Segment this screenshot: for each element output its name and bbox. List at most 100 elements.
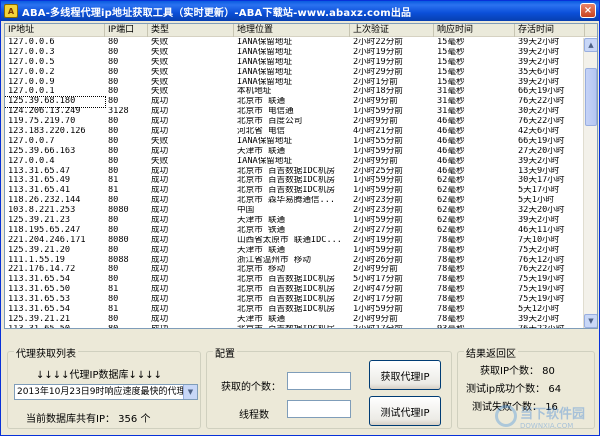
table-cell: 80 (108, 216, 119, 226)
table-body: 127.0.0.6 80 失败 IANA保留地址 2小时22分前 15毫秒 39天2小时 12… (5, 38, 585, 328)
table-cell: 北京市 百吉数据IDC机房 (237, 176, 336, 186)
table-cell: 127.0.0.6 (8, 38, 55, 47)
table-cell: 2小时9分前 (353, 97, 398, 107)
table-cell: 62毫秒 (437, 206, 465, 216)
success-value: 64 (548, 384, 562, 395)
vertical-scrollbar[interactable]: ▲ ▼ (583, 38, 597, 328)
table-cell: IANA保留地址 (237, 156, 293, 166)
table-cell: 80 (108, 127, 119, 137)
table-cell: 80 (108, 136, 119, 146)
count-input[interactable] (287, 372, 351, 390)
table-cell: 成功 (151, 225, 169, 235)
close-button[interactable]: × (580, 3, 596, 18)
table-row[interactable]: 113.31.65.47 80 成功 北京市 百吉数据IDC机房 2小时25分前 46毫秒… (5, 167, 585, 177)
table-row[interactable]: 111.1.55.19 8088 成功 浙江省温州市 移动 2小时26分前 78毫秒 76天… (5, 256, 585, 266)
table-row[interactable]: 124.206.13.249 3128 成功 北京市 电信通 1小时59分前 31毫秒 30… (5, 107, 585, 117)
table-row[interactable]: 127.0.0.2 80 失败 IANA保留地址 2小时29分前 15毫秒 35天6小时 (5, 68, 585, 78)
table-cell: 39天2小时 (518, 216, 560, 226)
db-select[interactable]: 2013年10月23日9时响应速度最快的代理 ▼ (14, 384, 198, 400)
table-cell: 北京市 百吉数据IDC机房 (237, 305, 336, 315)
table-row[interactable]: 118.26.232.144 80 成功 北京市 森华易腾通信... 2小时23分前 62… (5, 196, 585, 206)
table-cell: 北京市 百度公司 (237, 117, 303, 127)
table-row[interactable]: 127.0.0.5 80 失败 IANA保留地址 2小时19分前 15毫秒 39天2小时 (5, 58, 585, 68)
table-row[interactable]: 127.0.0.9 80 失败 IANA保留地址 2小时1分前 15毫秒 39天2小时 (5, 78, 585, 88)
table-row[interactable]: 113.31.65.54 80 成功 北京市 百吉数据IDC机房 5小时17分前 78毫秒… (5, 275, 585, 285)
table-row[interactable]: 125.39.21.20 80 成功 天津市 联通 1小时59分前 78毫秒 75天2小时 (5, 246, 585, 256)
table-row[interactable]: 118.195.65.247 80 成功 北京市 铁通 2小时27分前 62毫秒 46天11… (5, 226, 585, 236)
table-cell: 80 (108, 47, 119, 57)
table-row[interactable]: 221.204.246.171 8080 成功 山西省太原市 联通IDC... 2小时1… (5, 236, 585, 246)
table-row[interactable]: 113.31.65.54 81 成功 北京市 百吉数据IDC机房 1小时59分前 78毫秒… (5, 305, 585, 315)
table-cell: 62毫秒 (437, 186, 465, 196)
table-cell: 成功 (151, 314, 169, 324)
title-bar[interactable]: A ABA-多线程代理ip地址获取工具（实时更新）-ABA下载站-www.aba… (1, 1, 599, 21)
table-cell: 46天11小时 (518, 225, 565, 235)
table-cell: 成功 (151, 206, 169, 216)
table-cell: 80 (108, 275, 119, 285)
table-cell: 31毫秒 (437, 107, 465, 117)
table-cell: 北京市 电信通 (237, 107, 294, 117)
proxy-table[interactable]: IP地址 IP端口 类型 地理位置 上次验证 响应时间 存活时间 127.0.0.6 80 失败… (4, 23, 598, 329)
table-cell: 成功 (151, 186, 169, 196)
table-row[interactable]: 113.31.65.5080成功北京市 百吉数据IDC机房2小时17分前93毫秒… (5, 325, 585, 328)
table-row[interactable]: 113.31.65.53 80 成功 北京市 百吉数据IDC机房 2小时17分前 78毫秒… (5, 295, 585, 305)
table-cell: IANA保留地址 (237, 67, 293, 77)
table-cell: 1小时59分前 (353, 176, 403, 186)
table-cell: 失败 (151, 156, 169, 166)
table-cell: 62毫秒 (437, 196, 465, 206)
table-row[interactable]: 103.8.221.253 8080 成功 中国 2小时23分前 62毫秒 32天20小时 (5, 206, 585, 216)
table-row[interactable]: 127.0.0.3 80 失败 IANA保留地址 2小时19分前 15毫秒 39天2小时 (5, 48, 585, 58)
table-row[interactable]: 125.39.21.21 80 成功 天津市 联通 2小时9分前 78毫秒 39天2小时 (5, 315, 585, 325)
table-cell: 2小时47分前 (353, 285, 403, 295)
table-row[interactable]: 127.0.0.4 80 失败 IANA保留地址 2小时9分前 46毫秒 39天2小时 (5, 157, 585, 167)
db-count-unit: 个 (140, 414, 151, 425)
get-proxy-button[interactable]: 获取代理IP (369, 360, 441, 390)
watermark-logo-icon (495, 405, 517, 427)
test-proxy-button[interactable]: 测试代理IP (369, 396, 441, 426)
table-row[interactable]: 113.31.65.41 81 成功 北京市 百吉数据IDC机房 1小时59分前 62毫秒… (5, 186, 585, 196)
table-cell: 失败 (151, 77, 169, 87)
table-cell: 80 (108, 117, 119, 127)
table-cell: 80 (108, 166, 119, 176)
scroll-up-button[interactable]: ▲ (584, 38, 597, 52)
threads-input[interactable] (287, 400, 351, 418)
column-header[interactable]: IP端口 (105, 24, 148, 37)
scroll-down-button[interactable]: ▼ (584, 314, 597, 328)
table-cell: 失败 (151, 47, 169, 57)
table-row[interactable]: 119.75.219.70 80 成功 北京市 百度公司 2小时9分前 46毫秒 76天22… (5, 117, 585, 127)
column-header[interactable]: 上次验证 (350, 24, 434, 37)
table-cell: 80 (108, 156, 119, 166)
table-row[interactable]: 221.176.14.72 80 成功 北京市 移动 2小时9分前 78毫秒 76天22小时 (5, 265, 585, 275)
table-row[interactable]: 113.31.65.49 81 成功 北京市 百吉数据IDC机房 1小时59分前 62毫秒… (5, 176, 585, 186)
table-cell: 失败 (151, 57, 169, 67)
table-cell: 125.39.68.180 (5, 96, 106, 109)
table-row[interactable]: 113.31.65.50 81 成功 北京市 百吉数据IDC机房 2小时47分前 78毫秒… (5, 285, 585, 295)
column-header[interactable]: 地理位置 (234, 24, 350, 37)
table-cell: 河北省 电信 (237, 127, 286, 137)
db-count-row: 当前数据库共有IP： 356 个 (26, 410, 150, 425)
column-header[interactable]: 响应时间 (434, 24, 515, 37)
table-cell: 46毫秒 (437, 146, 465, 156)
table-cell: 成功 (151, 235, 169, 245)
table-row[interactable]: 125.39.66.163 80 成功 天津市 联通 1小时59分前 46毫秒 27天20小… (5, 147, 585, 157)
table-cell: 80 (108, 265, 119, 275)
db-select-button[interactable]: ▼ (183, 385, 197, 399)
column-header[interactable]: 类型 (148, 24, 234, 37)
table-cell: IANA保留地址 (237, 57, 293, 67)
table-cell: 2小时29分前 (353, 67, 403, 77)
scroll-thumb[interactable] (585, 68, 597, 126)
config-group: 配置 获取的个数： 线程数 获取代理IP 测试代理IP (206, 345, 452, 429)
column-header[interactable]: 存活时间 (515, 24, 585, 37)
table-row[interactable]: 125.39.68.180 80 成功 北京市 联通 2小时9分前 31毫秒 76天22小时 (5, 96, 585, 109)
table-row[interactable]: 125.39.21.23 80 成功 天津市 联通 1小时59分前 62毫秒 39天2小时 (5, 216, 585, 226)
table-cell: 80 (108, 245, 119, 255)
table-cell: 成功 (151, 166, 169, 176)
table-row[interactable]: 127.0.0.7 80 失败 IANA保留地址 1小时55分前 46毫秒 66天19小时 (5, 137, 585, 147)
success-label: 测试ip成功个数： (466, 384, 546, 395)
table-row[interactable]: 127.0.0.6 80 失败 IANA保留地址 2小时22分前 15毫秒 39天2小时 (5, 38, 585, 48)
table-row[interactable]: 127.0.0.1 80 失败 本机地址 2小时18分前 31毫秒 66天19小时 (5, 87, 585, 97)
column-header[interactable]: IP地址 (5, 24, 105, 37)
chevron-up-icon: ▲ (588, 41, 594, 49)
table-row[interactable]: 123.183.220.126 80 成功 河北省 电信 4小时21分前 46毫秒 42天6… (5, 127, 585, 137)
table-cell: 127.0.0.3 (8, 47, 55, 57)
